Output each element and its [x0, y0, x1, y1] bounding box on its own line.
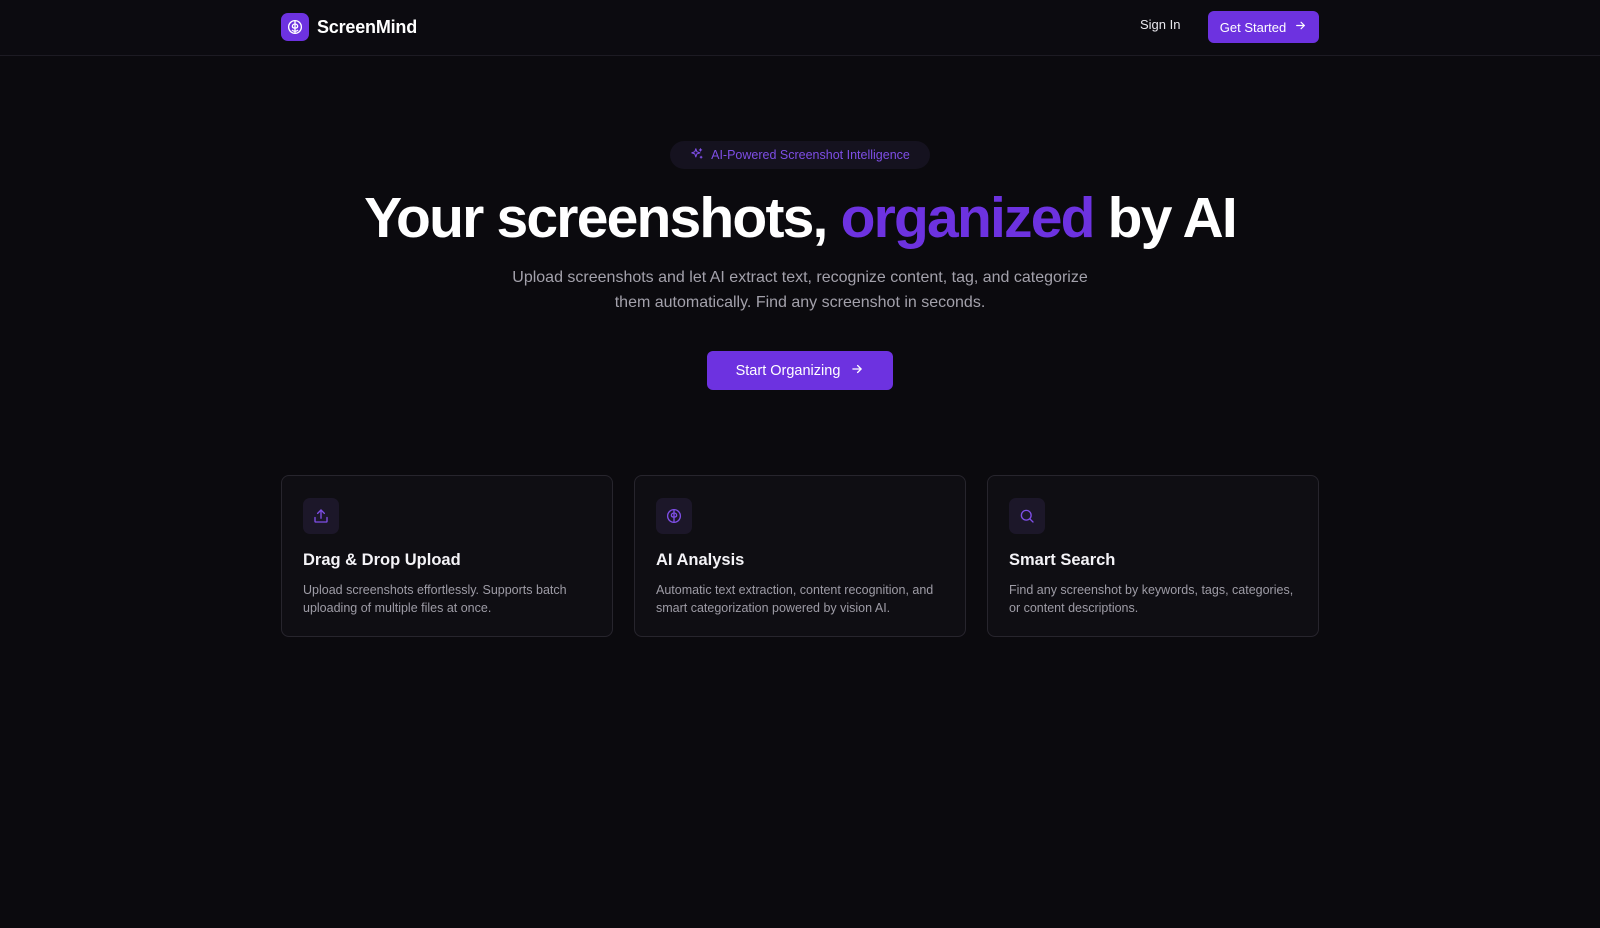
get-started-button[interactable]: Get Started — [1208, 11, 1319, 43]
hero-badge: AI-Powered Screenshot Intelligence — [670, 141, 930, 169]
hero-title-end: by AI — [1107, 186, 1238, 250]
brand-name: ScreenMind — [317, 16, 418, 37]
upload-icon — [303, 498, 339, 534]
start-organizing-button[interactable]: Start Organizing — [707, 351, 893, 390]
hero-subtitle: Upload screenshots and let AI extract te… — [512, 269, 1088, 311]
brain-icon — [656, 498, 692, 534]
hero-title: Your screenshots, organized by AI — [0, 182, 1600, 254]
start-organizing-label: Start Organizing — [735, 362, 841, 379]
sparkles-icon — [690, 147, 704, 164]
get-started-label: Get Started — [1219, 19, 1287, 35]
hero-title-accent: organized — [840, 186, 1096, 250]
arrow-right-icon — [1294, 19, 1307, 35]
arrow-right-icon — [850, 362, 864, 380]
feature-title: AI Analysis — [656, 551, 745, 569]
top-navigation-bar: ScreenMind Sign In Get Started — [0, 0, 1600, 56]
feature-description: Find any screenshot by keywords, tags, c… — [1009, 583, 1294, 615]
feature-card-smart-search: Smart Search Find any screenshot by keyw… — [987, 475, 1319, 637]
feature-card-upload: Drag & Drop Upload Upload screenshots ef… — [281, 475, 613, 637]
feature-title: Drag & Drop Upload — [303, 551, 461, 569]
feature-card-ai-analysis: AI Analysis Automatic text extraction, c… — [634, 475, 966, 637]
hero-badge-text: AI-Powered Screenshot Intelligence — [711, 148, 910, 162]
search-icon — [1009, 498, 1045, 534]
sign-in-link[interactable]: Sign In — [1140, 17, 1180, 32]
brain-icon — [281, 13, 309, 41]
feature-description: Upload screenshots effortlessly. Support… — [303, 583, 567, 615]
feature-title: Smart Search — [1009, 551, 1116, 569]
hero-title-start: Your screenshots, — [364, 186, 828, 250]
feature-description: Automatic text extraction, content recog… — [656, 583, 934, 615]
brand-logo-link[interactable]: ScreenMind — [281, 13, 417, 41]
